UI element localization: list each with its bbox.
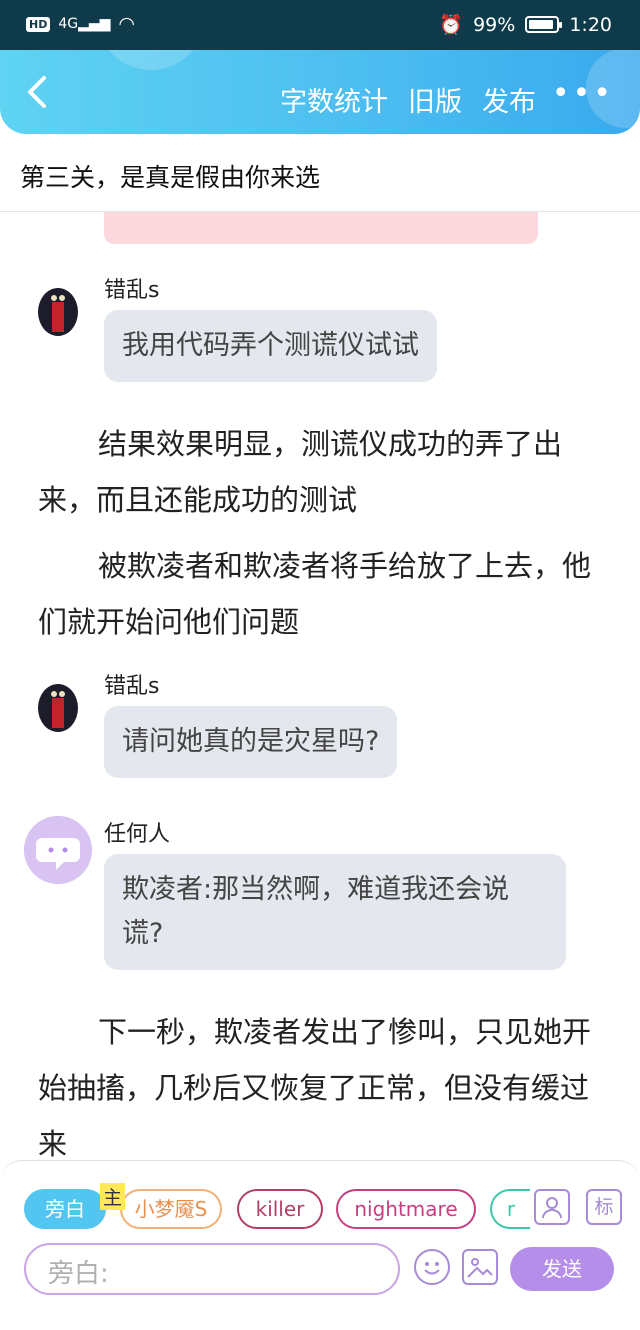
speaker-name: 错乱s [104, 278, 160, 303]
app-header: HD 4G▂▄▆ ◠ ⏰ 99% 1:20 字数统计 旧版 发布 ••• [0, 0, 640, 134]
default-avatar-icon[interactable] [24, 816, 92, 884]
wifi-icon: ◠ [118, 13, 136, 35]
emoji-icon[interactable] [414, 1249, 450, 1285]
status-bar: HD 4G▂▄▆ ◠ ⏰ 99% 1:20 [0, 0, 640, 50]
avatar[interactable] [24, 668, 92, 736]
word-count-button[interactable]: 字数统计 [280, 80, 388, 119]
chat-bubble[interactable]: 请问她真的是灾星吗? [104, 706, 398, 778]
chapter-title-bar: 第三关，是真是假由你来选 [0, 134, 640, 212]
nav-bar: 字数统计 旧版 发布 ••• [0, 50, 640, 134]
battery-icon [525, 16, 563, 33]
hd-icon: HD [26, 16, 51, 32]
old-version-button[interactable]: 旧版 [408, 80, 462, 119]
tag-button[interactable]: 标 [586, 1189, 622, 1225]
main-role-tag: 主 [100, 1183, 126, 1210]
battery-percent: 99% [473, 13, 516, 36]
message-input[interactable]: 旁白: [24, 1243, 400, 1295]
role-chip-nightmare[interactable]: nightmare [336, 1189, 476, 1229]
speaker-name: 错乱s [104, 674, 160, 699]
back-icon[interactable] [18, 72, 58, 112]
chat-bubble[interactable]: 欺凌者:那当然啊，难道我还会说谎? [104, 854, 566, 970]
narration-text[interactable]: 被欺凌者和欺凌者将手给放了上去，他们就开始问他们问题 [38, 538, 608, 650]
chapter-title[interactable]: 第三关，是真是假由你来选 [20, 158, 320, 194]
more-icon[interactable]: ••• [552, 76, 614, 111]
image-icon[interactable] [462, 1249, 498, 1285]
role-chip-main[interactable]: 小梦魇S [120, 1189, 222, 1229]
narration-text[interactable]: 下一秒，欺凌者发出了惨叫，只见她开始抽搐，几秒后又恢复了正常，但没有缓过来 [38, 1004, 608, 1162]
speaker-name: 任何人 [104, 822, 171, 847]
avatar[interactable] [24, 272, 92, 340]
chat-content[interactable]: 错乱s 我用代码弄个测谎仪试试 结果效果明显，测谎仪成功的弄了出来，而且还能成功… [0, 212, 640, 1162]
alarm-icon: ⏰ [439, 14, 464, 36]
role-chip-narration[interactable]: 旁白 [24, 1189, 106, 1229]
chat-bubble-partial[interactable] [104, 212, 538, 244]
clock: 1:20 [569, 13, 612, 36]
person-icon[interactable] [534, 1189, 570, 1225]
role-chip-killer[interactable]: killer [237, 1189, 323, 1229]
chat-bubble[interactable]: 我用代码弄个测谎仪试试 [104, 310, 437, 382]
composer-panel: 旁白 小梦魇S 主 killer nightmare r 标 旁白: 发送 [0, 1160, 640, 1330]
narration-text[interactable]: 结果效果明显，测谎仪成功的弄了出来，而且还能成功的测试 [38, 416, 608, 528]
send-button[interactable]: 发送 [510, 1247, 614, 1291]
role-chip-more[interactable]: r [490, 1189, 530, 1229]
signal-icon: 4G▂▄▆ [58, 16, 111, 32]
publish-button[interactable]: 发布 [482, 80, 536, 119]
